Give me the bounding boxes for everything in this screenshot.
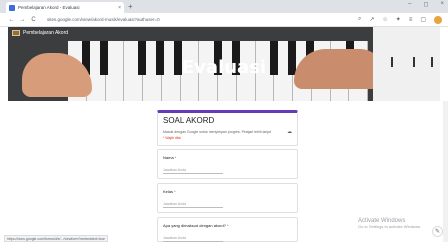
answer-input[interactable]: Jawaban Anda	[163, 202, 223, 208]
question-label: Kelas *	[163, 189, 176, 194]
browser-tab[interactable]: Pembelajaran Akord - Evaluasi ×	[6, 2, 124, 13]
status-bar-url: https://docs.google.com/forms/d/e/.../vi…	[4, 235, 108, 242]
question-label: Nama *	[163, 155, 177, 160]
window-icon[interactable]: ▢	[420, 16, 426, 23]
site-name[interactable]: Pembelajaran Akord	[23, 30, 68, 36]
toolbar-icons: ⌕ ↗ ☆ ✦ ≡ ▢	[358, 15, 442, 24]
required-note: * Wajib diisi	[163, 136, 181, 140]
required-asterisk: *	[174, 155, 177, 160]
forward-icon[interactable]: →	[17, 17, 28, 23]
reload-icon[interactable]: C	[28, 17, 39, 23]
site-logo-icon[interactable]	[12, 30, 20, 36]
minimize-icon[interactable]: –	[408, 1, 411, 8]
sites-favicon-icon	[9, 4, 15, 11]
page-title: Evaluasi	[181, 57, 267, 78]
back-icon[interactable]: ←	[6, 17, 17, 23]
extensions-icon[interactable]: ✦	[396, 16, 401, 23]
required-asterisk: *	[174, 189, 176, 194]
question-card: Kelas * Jawaban Anda	[157, 183, 298, 213]
reading-list-icon[interactable]: ≡	[409, 17, 413, 23]
question-card: Apa yang dimaksud dengan akord? * Jawaba…	[157, 217, 298, 242]
signin-row: Masuk dengan Google untuk menyimpan prog…	[163, 129, 292, 135]
window-controls: – ◻ ×	[408, 1, 444, 8]
page-scrollbar[interactable]	[443, 101, 448, 242]
required-asterisk: *	[227, 223, 229, 228]
edit-pencil-icon[interactable]: ✎	[432, 226, 443, 237]
profile-avatar[interactable]	[434, 15, 442, 24]
form-title: SOAL AKORD	[163, 116, 215, 125]
account-text[interactable]: Masuk dengan Google untuk menyimpan prog…	[163, 130, 287, 134]
tab-close-icon[interactable]: ×	[118, 5, 121, 11]
browser-toolbar: ← → C sites.google.com/view/akord-musik/…	[0, 13, 448, 27]
zoom-icon[interactable]: ⌕	[358, 16, 361, 23]
star-icon[interactable]: ☆	[382, 16, 387, 23]
maximize-icon[interactable]: ◻	[424, 1, 429, 8]
address-bar[interactable]: sites.google.com/view/akord-musik/evalua…	[47, 17, 358, 22]
answer-input[interactable]: Jawaban Anda	[163, 168, 223, 174]
tab-title: Pembelajaran Akord - Evaluasi	[18, 5, 80, 10]
answer-input[interactable]: Jawaban Anda	[163, 236, 223, 242]
tab-strip: Pembelajaran Akord - Evaluasi × + – ◻ ×	[0, 0, 448, 13]
new-tab-button[interactable]: +	[128, 2, 133, 12]
page-banner: Pembelajaran Akord Evaluasi	[8, 27, 440, 101]
close-window-icon[interactable]: ×	[440, 1, 444, 8]
watermark-subtitle: Go to Settings to activate Windows.	[358, 224, 422, 229]
activate-windows-watermark: Activate Windows Go to Settings to activ…	[358, 218, 421, 229]
question-card: Nama * Jawaban Anda	[157, 149, 298, 179]
form-header-card: SOAL AKORD Masuk dengan Google untuk men…	[157, 110, 298, 146]
share-icon[interactable]: ↗	[369, 16, 374, 23]
question-label: Apa yang dimaksud dengan akord? *	[163, 223, 229, 228]
cloud-save-icon: ☁	[287, 129, 292, 135]
